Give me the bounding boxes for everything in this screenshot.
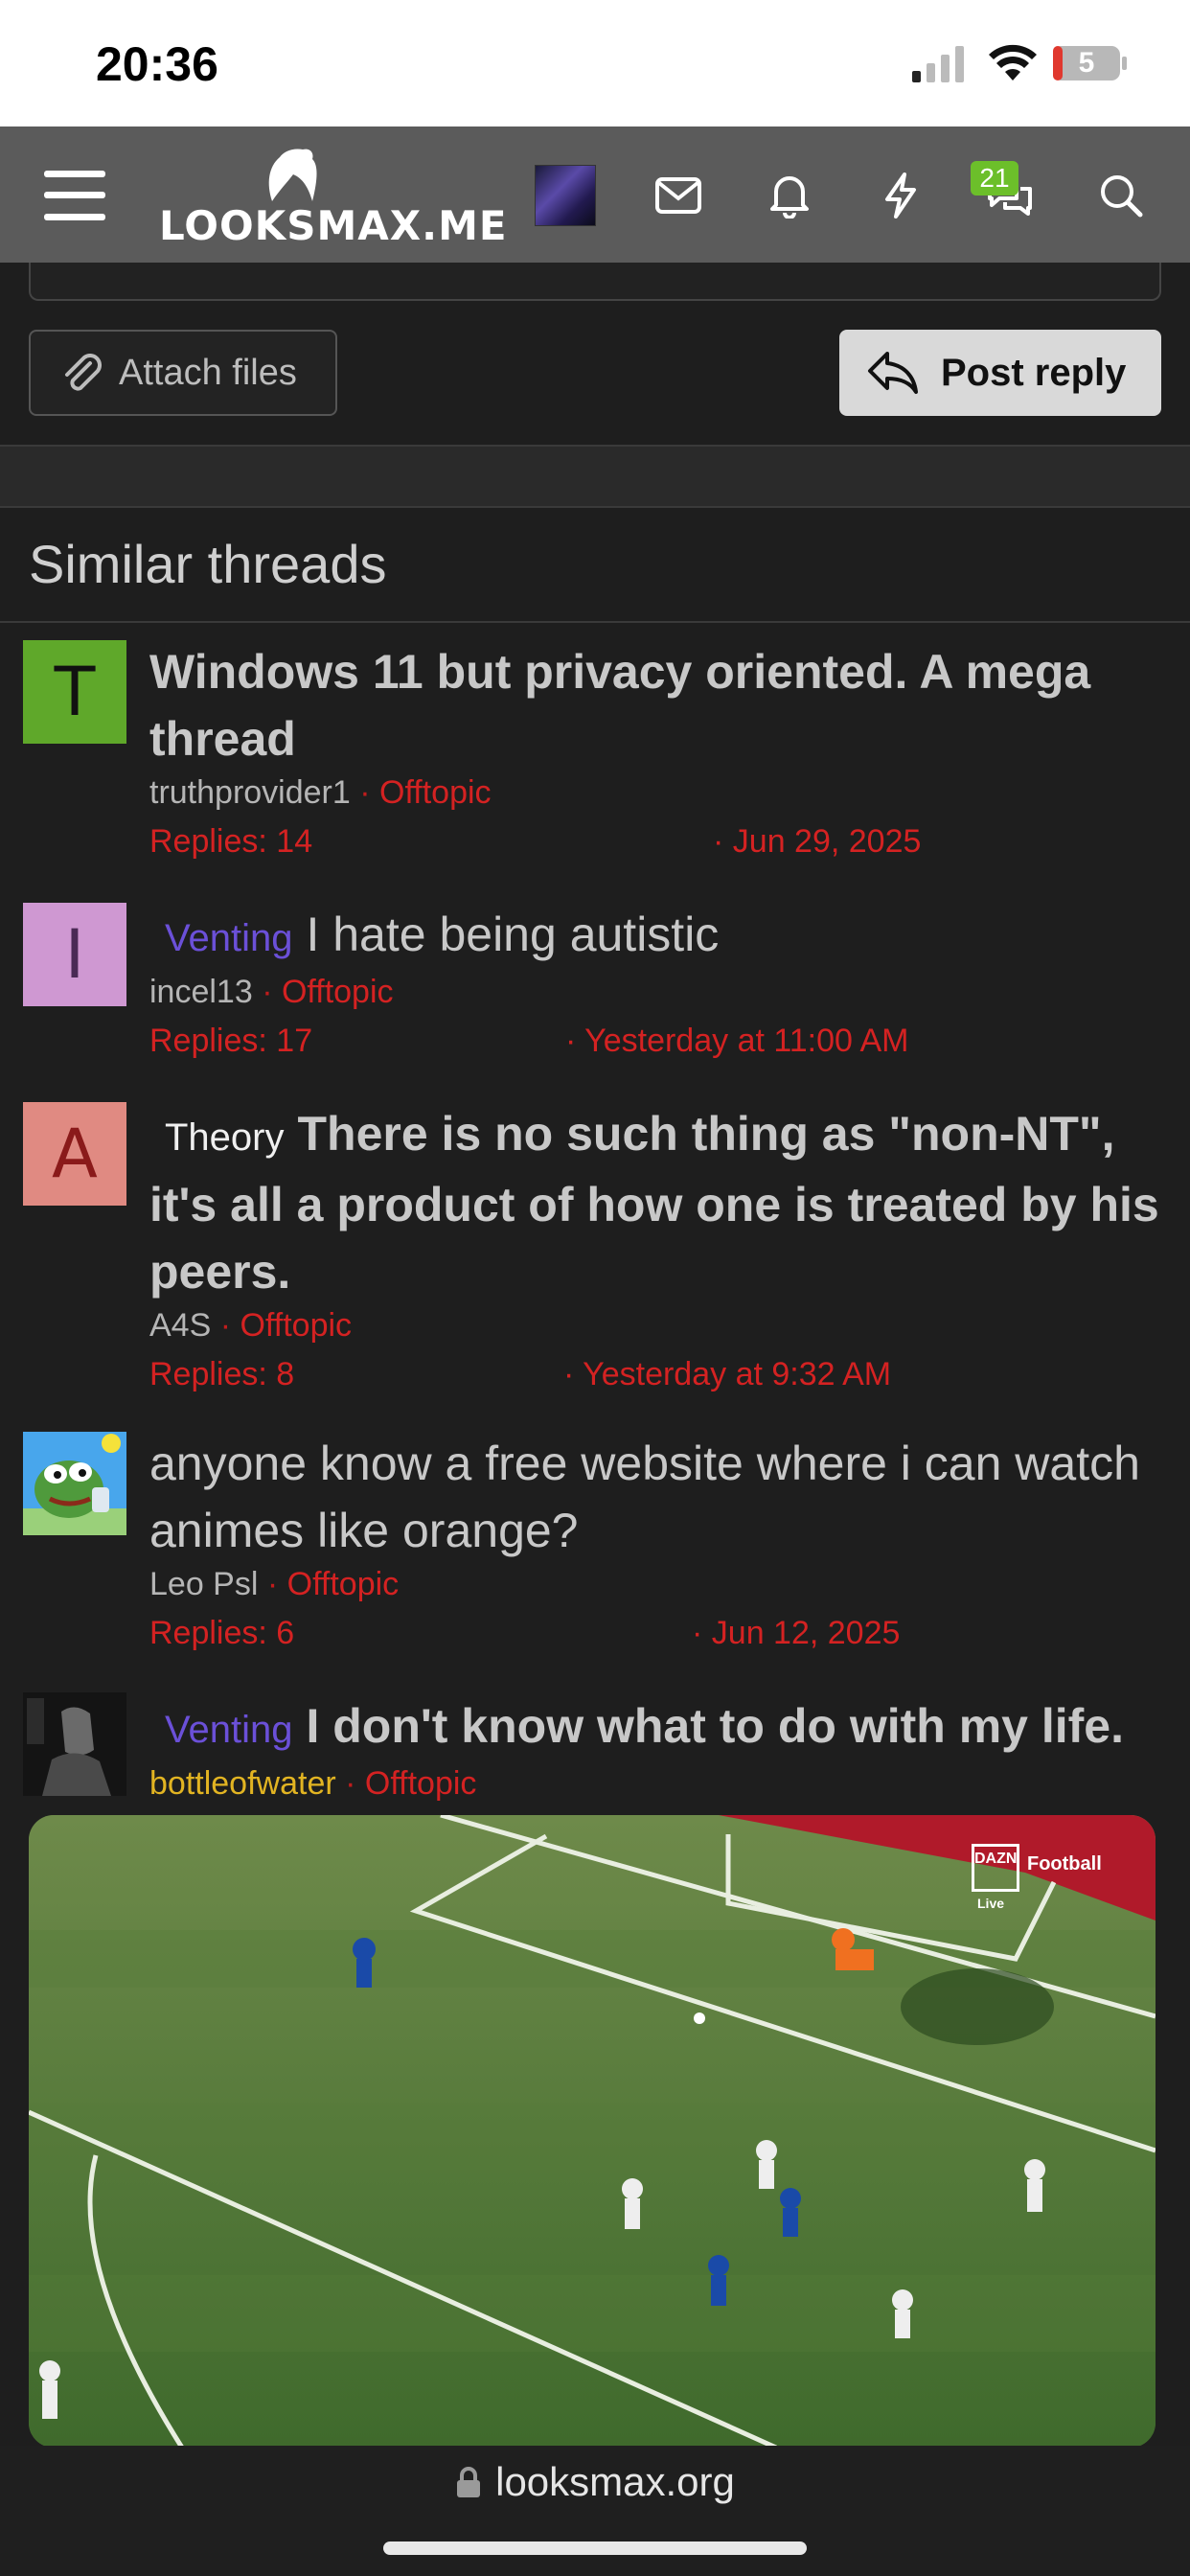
section-divider [0, 445, 1190, 508]
thread-forum[interactable]: Offtopic [365, 1765, 477, 1802]
site-logo[interactable]: LOOKSMAX.ME [159, 146, 508, 251]
avatar-letter: T [54, 653, 96, 731]
thread-author[interactable]: A4S [149, 1307, 211, 1344]
thread-title[interactable]: I don't know what to do with my life. [306, 1699, 1124, 1753]
thread-prefix[interactable]: Venting [165, 917, 292, 959]
thread-title-line[interactable]: Venting I don't know what to do with my l… [149, 1692, 1165, 1763]
thread-author[interactable]: truthprovider1 [149, 774, 351, 811]
wifi-icon [989, 44, 1037, 80]
url-text: looksmax.org [495, 2459, 735, 2504]
bell-icon[interactable] [759, 165, 820, 226]
whats-new-bolt-icon[interactable] [870, 165, 931, 226]
status-time: 20:36 [96, 37, 218, 91]
avatar-letter: A [52, 1115, 98, 1193]
avatar-letter: I [64, 915, 85, 994]
thread-avatar[interactable]: A [23, 1102, 126, 1206]
battery-icon: 5 [1052, 44, 1129, 82]
thread-forum[interactable]: Offtopic [287, 1566, 400, 1602]
thread-forum[interactable]: Offtopic [240, 1307, 352, 1344]
conversations-badge: 21 [971, 161, 1018, 196]
thread-title[interactable]: I hate being autistic [306, 908, 719, 961]
site-navbar: LOOKSMAX.ME 21 [0, 126, 1190, 263]
section-divider-line [0, 621, 1190, 623]
reply-editor[interactable] [29, 263, 1161, 301]
thread-date[interactable]: Jun 12, 2025 [712, 1615, 901, 1651]
thread-title[interactable]: There is no such thing as "non-NT", it's… [149, 1107, 1159, 1299]
inbox-icon[interactable] [648, 165, 709, 226]
thread-meta: incel13 · Offtopic [149, 974, 394, 1010]
thread-author[interactable]: Leo Psl [149, 1566, 258, 1602]
thread-title[interactable]: Windows 11 but privacy oriented. A mega … [149, 638, 1165, 772]
thread-prefix[interactable]: Theory [165, 1116, 285, 1159]
logo-hair-icon [268, 149, 317, 201]
home-indicator[interactable] [383, 2542, 807, 2555]
pip-video-player[interactable]: DAZN Football Live [29, 1815, 1156, 2448]
thread-title[interactable]: anyone know a free website where i can w… [149, 1430, 1165, 1564]
cellular-signal-icon [912, 46, 964, 82]
thread-replies: Replies: 6 [149, 1615, 295, 1651]
thread-meta: A4S · Offtopic [149, 1307, 353, 1344]
post-reply-label: Post reply [941, 351, 1127, 394]
thread-stats: Replies: 6 · Jun 12, 2025 [149, 1615, 901, 1651]
thread-stats: Replies: 14 · Jun 29, 2025 [149, 823, 922, 860]
dazn-logo: DAZN [972, 1844, 1019, 1892]
photo-avatar-image [23, 1692, 126, 1796]
attach-files-label: Attach files [119, 352, 297, 393]
user-avatar[interactable] [535, 165, 596, 226]
battery-level: 5 [1078, 47, 1095, 79]
reply-arrow-icon [868, 352, 918, 394]
thread-stats: Replies: 8 · Yesterday at 9:32 AM [149, 1356, 892, 1392]
thread-avatar[interactable]: T [23, 640, 126, 744]
thread-meta: truthprovider1 · Offtopic [149, 774, 492, 811]
attach-files-button[interactable]: Attach files [29, 330, 337, 416]
thread-date[interactable]: Yesterday at 11:00 AM [584, 1023, 908, 1059]
thread-date[interactable]: Jun 29, 2025 [733, 823, 922, 860]
search-icon[interactable] [1090, 165, 1152, 226]
thread-stats: Replies: 17 · Yesterday at 11:00 AM [149, 1023, 909, 1059]
pepe-avatar[interactable] [23, 1432, 126, 1535]
thread-replies: Replies: 14 [149, 823, 313, 860]
logo-text: LOOKSMAX.ME [159, 202, 508, 249]
address-bar[interactable]: looksmax.org [0, 2459, 1190, 2505]
similar-threads-heading: Similar threads [29, 534, 387, 594]
status-bar: 20:36 5 [0, 0, 1190, 126]
thread-prefix[interactable]: Venting [165, 1709, 292, 1751]
user-photo-avatar[interactable] [23, 1692, 126, 1796]
thread-title-line[interactable]: Venting I hate being autistic [149, 901, 1165, 972]
thread-avatar[interactable]: I [23, 903, 126, 1006]
menu-icon[interactable] [44, 165, 105, 226]
thread-author[interactable]: bottleofwater [149, 1765, 336, 1802]
thread-forum[interactable]: Offtopic [379, 774, 492, 811]
browser-bottom-bar: looksmax.org [0, 2446, 1190, 2576]
pepe-frog-icon [23, 1432, 126, 1535]
paperclip-icon [65, 354, 102, 391]
thread-replies: Replies: 8 [149, 1356, 295, 1392]
video-channel-label: Football [1027, 1853, 1102, 1874]
thread-replies: Replies: 17 [149, 1023, 313, 1059]
live-label: Live [977, 1896, 1005, 1911]
thread-forum[interactable]: Offtopic [282, 974, 394, 1010]
thread-meta: Leo Psl · Offtopic [149, 1566, 400, 1602]
thread-date[interactable]: Yesterday at 9:32 AM [583, 1356, 891, 1392]
post-reply-button[interactable]: Post reply [839, 330, 1161, 416]
thread-title-line[interactable]: Theory There is no such thing as "non-NT"… [149, 1100, 1165, 1305]
thread-meta: bottleofwater · Offtopic [149, 1765, 477, 1802]
thread-author[interactable]: incel13 [149, 974, 253, 1010]
lock-icon [457, 2467, 481, 2497]
